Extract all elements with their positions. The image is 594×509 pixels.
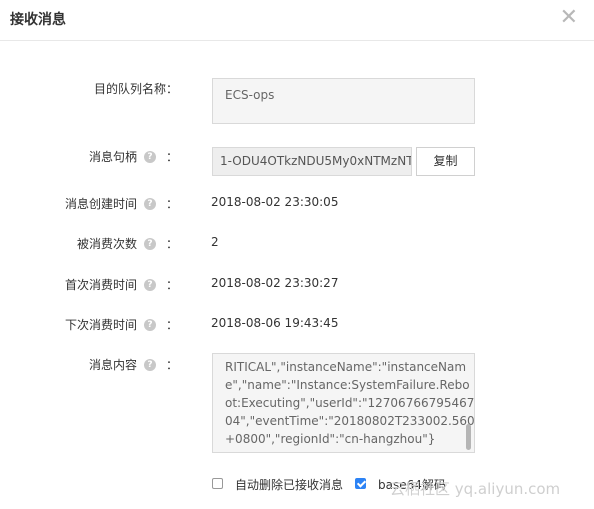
message-content-textarea[interactable]: RITICAL","instanceName":"instanceNam e",… bbox=[212, 353, 475, 453]
handle-label: 消息句柄 ? ： bbox=[89, 148, 178, 165]
content-line: 04","eventTime":"20180802T233002.560 bbox=[225, 414, 475, 428]
first-dequeue-time-value: 2018-08-02 23:30:27 bbox=[211, 276, 339, 290]
content-line: ot:Executing","userId":"12706766795467 bbox=[225, 396, 475, 410]
queue-name-value: ECS-ops bbox=[225, 88, 275, 102]
dequeue-count-label: 被消费次数 ? ： bbox=[77, 235, 178, 252]
handle-colon: ： bbox=[165, 150, 178, 164]
auto-delete-label: 自动删除已接收消息 bbox=[235, 478, 344, 492]
next-visible-time-colon: ： bbox=[165, 318, 178, 332]
dequeue-count-colon: ： bbox=[165, 237, 178, 251]
enqueue-time-label: 消息创建时间 ? ： bbox=[65, 195, 178, 212]
help-icon[interactable]: ? bbox=[143, 237, 156, 250]
close-icon[interactable]: ✕ bbox=[560, 5, 578, 31]
copy-button[interactable]: 复制 bbox=[416, 147, 475, 176]
enqueue-time-value: 2018-08-02 23:30:05 bbox=[211, 195, 339, 209]
queue-name-field: ECS-ops bbox=[212, 78, 475, 124]
dialog-title: 接收消息 bbox=[10, 12, 66, 28]
help-icon[interactable]: ? bbox=[143, 358, 156, 371]
handle-field[interactable]: 1-ODU4OTkzNDU5My0xNTMzNTU bbox=[212, 147, 412, 176]
content-line: +0800","regionId":"cn-hangzhou"} bbox=[225, 432, 436, 446]
handle-label-text: 消息句柄 bbox=[88, 150, 137, 164]
first-dequeue-time-label-text: 首次消费时间 bbox=[64, 278, 137, 292]
dequeue-count-label-text: 被消费次数 bbox=[76, 237, 137, 251]
enqueue-time-label-text: 消息创建时间 bbox=[64, 197, 137, 211]
next-visible-time-label: 下次消费时间 ? ： bbox=[65, 316, 178, 333]
first-dequeue-time-label: 首次消费时间 ? ： bbox=[65, 276, 178, 293]
dialog-header: 接收消息 ✕ bbox=[0, 0, 594, 41]
help-icon[interactable]: ? bbox=[143, 150, 156, 163]
next-visible-time-label-text: 下次消费时间 bbox=[64, 318, 137, 332]
help-icon[interactable]: ? bbox=[143, 318, 156, 331]
content-label-text: 消息内容 bbox=[88, 358, 137, 372]
auto-delete-checkbox[interactable] bbox=[212, 478, 223, 489]
queue-name-label: 目的队列名称： bbox=[94, 80, 178, 97]
help-icon[interactable]: ? bbox=[143, 278, 156, 291]
content-scrollbar[interactable] bbox=[466, 424, 471, 450]
queue-name-label-text: 目的队列名称： bbox=[93, 82, 178, 96]
content-label: 消息内容 ? ： bbox=[89, 356, 178, 373]
content-line: e","name":"Instance:SystemFailure.Rebo bbox=[225, 378, 470, 392]
enqueue-time-colon: ： bbox=[165, 197, 178, 211]
content-line: RITICAL","instanceName":"instanceNam bbox=[225, 360, 467, 374]
base64-decode-checkbox[interactable] bbox=[355, 478, 366, 489]
next-visible-time-value: 2018-08-06 19:43:45 bbox=[211, 316, 339, 330]
help-icon[interactable]: ? bbox=[143, 197, 156, 210]
first-dequeue-time-colon: ： bbox=[165, 278, 178, 292]
content-colon: ： bbox=[165, 358, 178, 372]
watermark: 云栖社区 yq.aliyun.com bbox=[390, 480, 561, 498]
dequeue-count-value: 2 bbox=[211, 235, 219, 249]
